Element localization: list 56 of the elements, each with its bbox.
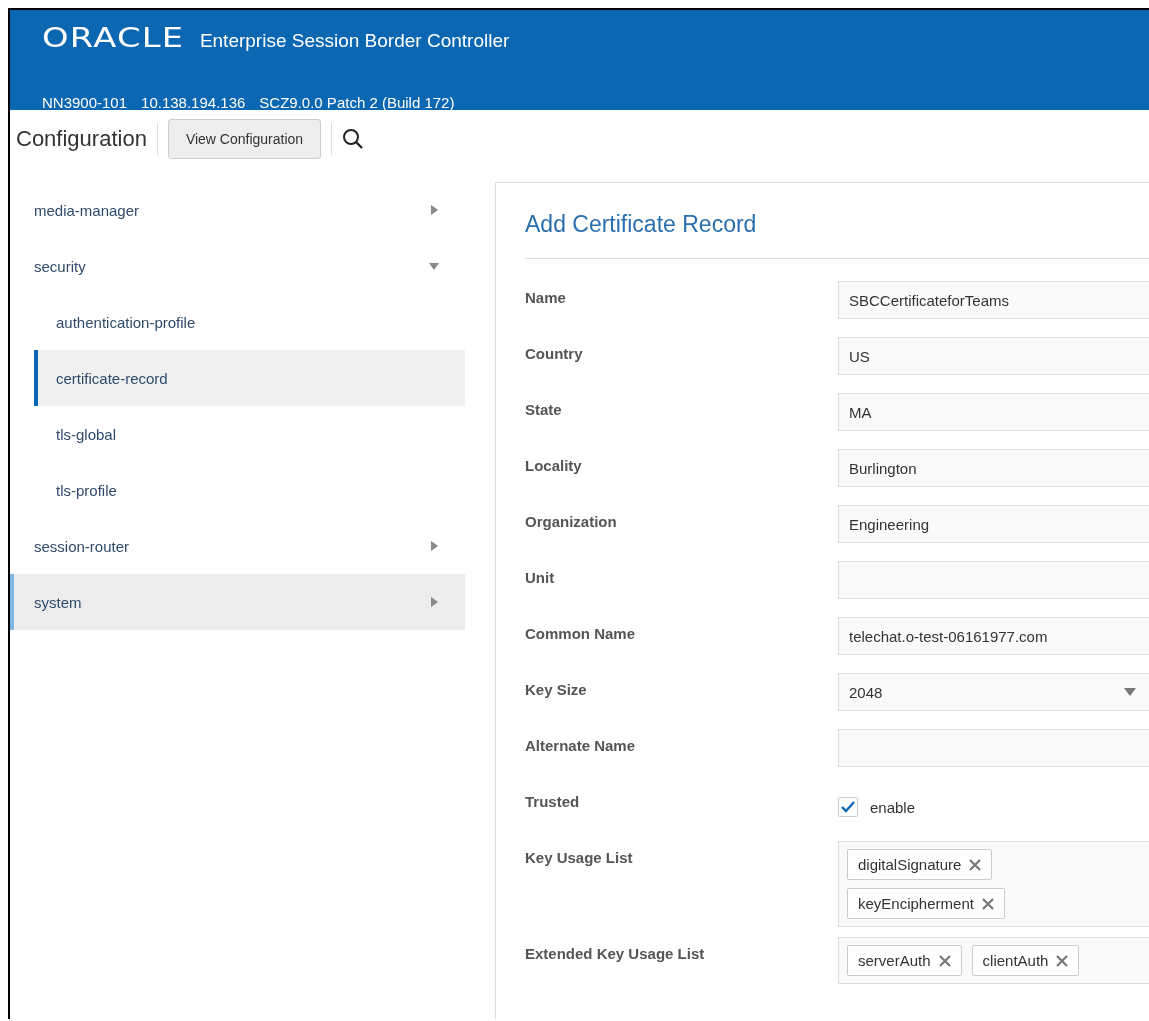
field-label: Key Size (525, 680, 588, 700)
product-name: Enterprise Session Border Controller (199, 30, 510, 52)
checkbox-label: enable (870, 798, 916, 816)
input-field[interactable] (838, 561, 1149, 599)
ip-address: 10.138.194.136 (141, 94, 246, 111)
field-label: Locality (525, 456, 583, 476)
tag-text: clientAuth (982, 952, 1049, 969)
checkbox[interactable] (838, 797, 858, 817)
field-label: Key Usage List (525, 848, 634, 868)
field-label: Organization (525, 512, 618, 532)
field-label: Name (525, 288, 567, 308)
input-field[interactable]: MA (838, 393, 1149, 431)
caret-right-icon[interactable] (429, 597, 439, 607)
tag-list-field[interactable]: serverAuth clientAuth (838, 937, 1149, 984)
close-icon[interactable] (938, 954, 951, 967)
tree-item[interactable]: authentication-profile (34, 294, 465, 350)
field-label: Alternate Name (525, 736, 637, 756)
menu-item[interactable]: system (10, 574, 465, 630)
caret-right-icon[interactable] (429, 541, 439, 551)
dropdown[interactable]: 2048 (838, 673, 1149, 711)
input-field[interactable] (838, 729, 1149, 767)
caret-down-icon[interactable] (429, 261, 439, 271)
input-field[interactable]: Engineering (838, 505, 1149, 543)
search-icon[interactable] (342, 128, 365, 150)
input-field[interactable]: US (838, 337, 1149, 375)
close-icon[interactable] (981, 897, 994, 910)
close-icon[interactable] (969, 858, 982, 871)
field-label: Extended Key Usage List (525, 944, 706, 964)
view-configuration-button[interactable]: View Configuration (167, 119, 322, 159)
caret-right-icon[interactable] (429, 205, 439, 215)
tag-text: digitalSignature (858, 856, 962, 873)
input-field[interactable]: Burlington (838, 449, 1149, 487)
form-title: Add Certificate Record (525, 183, 1149, 259)
field-label: Country (525, 344, 584, 364)
field-label: Unit (525, 568, 556, 588)
input-field[interactable]: telechat.o-test-06161977.com (838, 617, 1149, 655)
tree-item[interactable]: certificate-record (34, 350, 465, 406)
caret-down-icon (1124, 688, 1136, 696)
field-label: Trusted (525, 792, 581, 812)
tag-text: serverAuth (858, 952, 931, 969)
menu-item[interactable]: security (10, 238, 465, 294)
tag-list-field[interactable]: digitalSignature keyEncipherment (838, 841, 1149, 927)
software-version: SCZ9.0.0 Patch 2 (Build 172) (259, 94, 455, 111)
device-name: NN3900-101 (42, 94, 128, 111)
menu-item[interactable]: media-manager (10, 182, 465, 238)
tree-item[interactable]: tls-profile (34, 462, 465, 518)
field-label: Common Name (525, 624, 637, 644)
menu-item[interactable]: session-router (10, 518, 465, 574)
tree-item[interactable]: tls-global (34, 406, 465, 462)
input-field[interactable]: SBCCertificateforTeams (838, 281, 1149, 319)
close-icon[interactable] (1056, 954, 1069, 967)
check-icon (841, 801, 855, 813)
page-title: Configuration (16, 123, 158, 155)
tag-text: keyEncipherment (858, 895, 974, 912)
logo: ORACLE (42, 22, 185, 53)
field-label: State (525, 400, 563, 420)
